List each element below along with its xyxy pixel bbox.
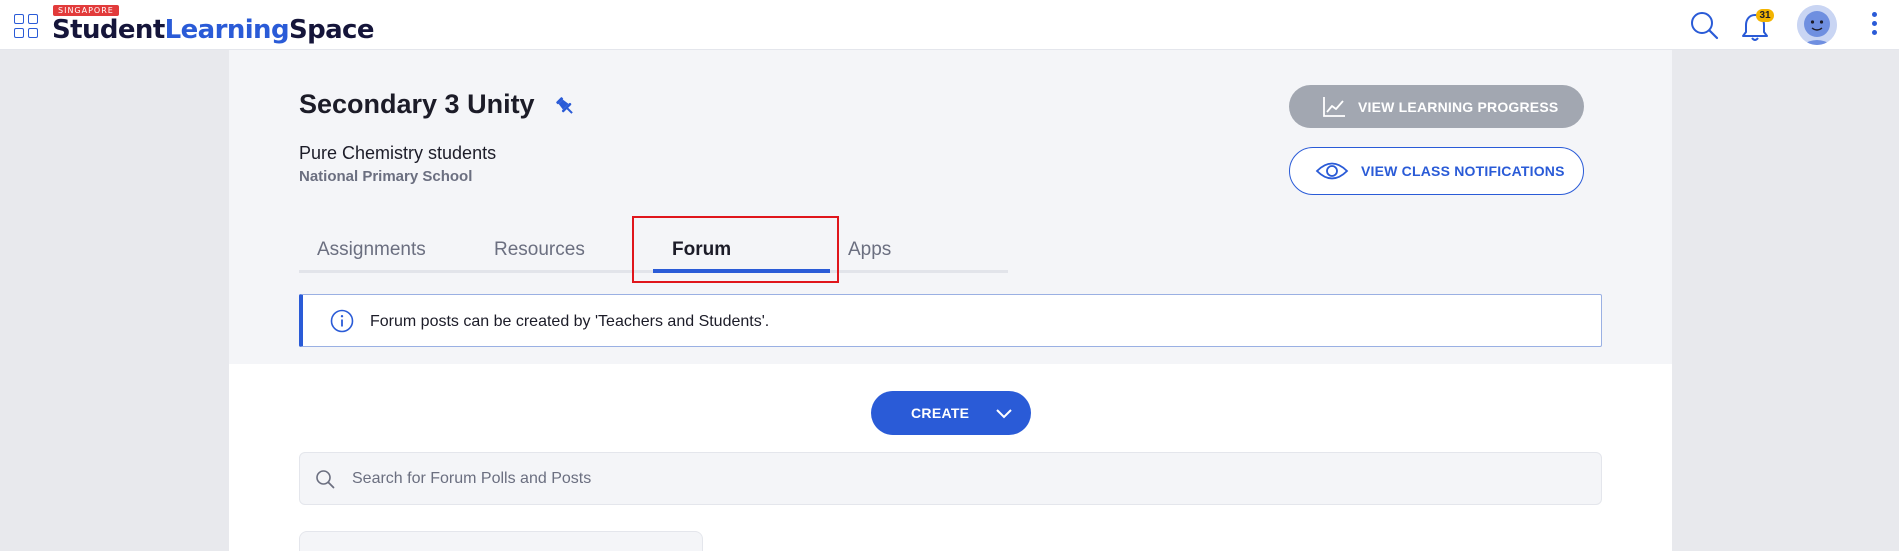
- tab-assignments[interactable]: Assignments: [317, 239, 426, 261]
- chevron-down-icon[interactable]: [995, 404, 1013, 422]
- tab-highlight-box: [632, 216, 839, 283]
- notification-count-badge: 31: [1756, 9, 1774, 22]
- info-banner: Forum posts can be created by 'Teachers …: [299, 294, 1602, 347]
- view-class-notifications-label: VIEW CLASS NOTIFICATIONS: [1361, 163, 1565, 179]
- line-chart-icon: [1323, 96, 1345, 117]
- logo-wordmark: StudentLearningSpace: [52, 15, 375, 45]
- view-learning-progress-label: VIEW LEARNING PROGRESS: [1358, 98, 1559, 115]
- apps-grid-icon[interactable]: [14, 14, 38, 38]
- eye-icon: [1315, 162, 1349, 180]
- bell-icon[interactable]: 31: [1740, 9, 1774, 43]
- forum-post-card[interactable]: [299, 531, 703, 551]
- info-banner-text: Forum posts can be created by 'Teachers …: [370, 313, 770, 330]
- pin-icon[interactable]: [553, 94, 577, 118]
- more-vertical-icon[interactable]: [1868, 10, 1880, 40]
- create-button[interactable]: CREATE: [871, 391, 1031, 435]
- forum-search-input[interactable]: [352, 453, 1552, 504]
- view-learning-progress-button[interactable]: VIEW LEARNING PROGRESS: [1289, 85, 1584, 128]
- school-name: National Primary School: [299, 168, 473, 185]
- class-subtitle: Pure Chemistry students: [299, 143, 497, 163]
- top-bar: SINGAPORE StudentLearningSpace 31: [0, 0, 1899, 50]
- create-button-label: CREATE: [911, 405, 970, 421]
- info-icon: [330, 309, 354, 333]
- left-gutter: [0, 50, 229, 551]
- forum-search[interactable]: [299, 452, 1602, 505]
- right-gutter: [1672, 50, 1899, 551]
- avatar[interactable]: [1797, 5, 1837, 45]
- tab-apps[interactable]: Apps: [848, 239, 891, 261]
- view-class-notifications-button[interactable]: VIEW CLASS NOTIFICATIONS: [1289, 147, 1584, 195]
- search-icon: [316, 470, 335, 489]
- search-icon[interactable]: [1688, 9, 1720, 41]
- class-title: Secondary 3 Unity: [299, 89, 535, 119]
- tab-resources[interactable]: Resources: [494, 239, 585, 261]
